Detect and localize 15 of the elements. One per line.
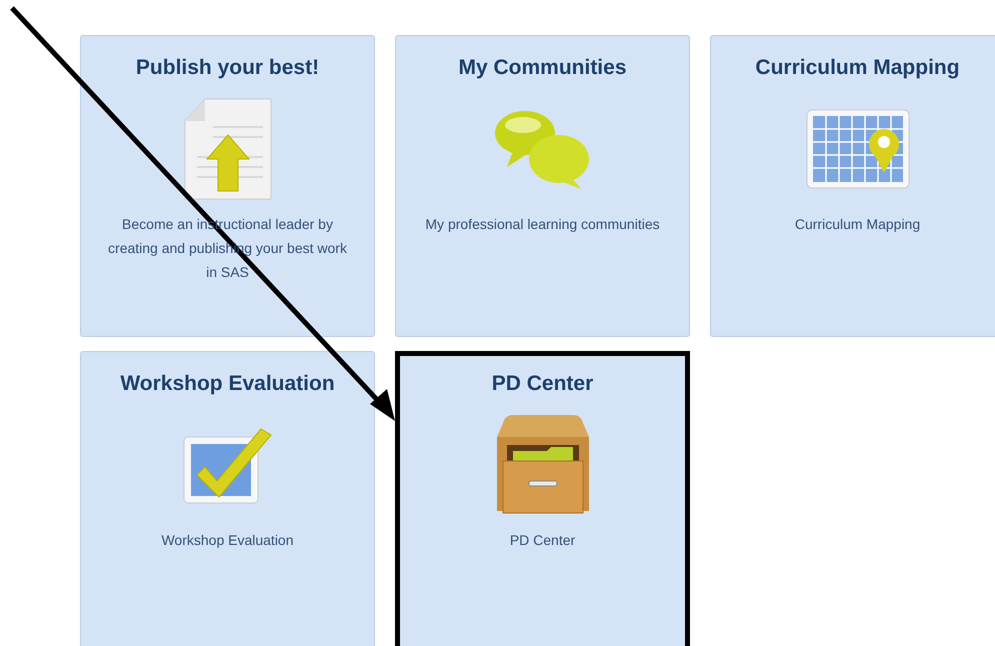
map-pin-icon xyxy=(806,109,910,189)
tile-description: My professional learning communities xyxy=(425,215,660,234)
tile-description: PD Center xyxy=(510,531,576,550)
tile-title: Publish your best! xyxy=(136,56,320,80)
tile-card[interactable]: My Communities My professional learning communities xyxy=(395,35,690,337)
tile-card[interactable]: PD Center PD Center xyxy=(395,351,690,646)
tile-title: My Communities xyxy=(458,56,627,80)
tile-title: Curriculum Mapping xyxy=(755,56,960,80)
tile-title: PD Center xyxy=(492,372,594,396)
document-upload-icon xyxy=(182,97,272,201)
tile-description: Workshop Evaluation xyxy=(161,531,294,550)
tile-card[interactable]: Workshop Evaluation Workshop Evaluation xyxy=(80,351,375,646)
tile-description: Curriculum Mapping xyxy=(794,215,920,234)
tile-card[interactable]: Curriculum Mapping Curriculum Mapping xyxy=(710,35,995,337)
tile-title: Workshop Evaluation xyxy=(120,372,335,396)
